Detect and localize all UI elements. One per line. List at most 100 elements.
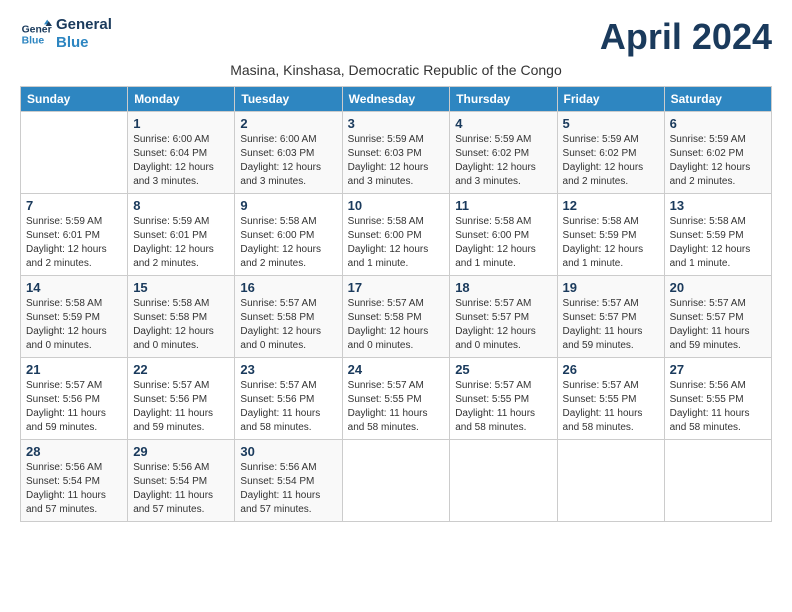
- calendar-week-5: 28 Sunrise: 5:56 AMSunset: 5:54 PMDayligh…: [21, 440, 772, 522]
- day-number: 13: [670, 198, 766, 213]
- day-info: Sunrise: 5:58 AMSunset: 5:59 PMDaylight:…: [563, 215, 659, 271]
- calendar-cell: [557, 440, 664, 522]
- day-number: 26: [563, 362, 659, 377]
- day-info: Sunrise: 5:56 AMSunset: 5:54 PMDaylight:…: [26, 461, 122, 517]
- day-info: Sunrise: 5:57 AMSunset: 5:56 PMDaylight:…: [26, 379, 122, 435]
- calendar-cell: [342, 440, 450, 522]
- day-info: Sunrise: 5:58 AMSunset: 5:59 PMDaylight:…: [26, 297, 122, 353]
- day-info: Sunrise: 5:57 AMSunset: 5:56 PMDaylight:…: [240, 379, 336, 435]
- day-info: Sunrise: 5:59 AMSunset: 6:03 PMDaylight:…: [348, 133, 445, 189]
- page-header: General Blue General Blue April 2024: [20, 16, 772, 58]
- day-number: 28: [26, 444, 122, 459]
- day-info: Sunrise: 5:57 AMSunset: 5:57 PMDaylight:…: [670, 297, 766, 353]
- day-info: Sunrise: 5:59 AMSunset: 6:02 PMDaylight:…: [563, 133, 659, 189]
- calendar-cell: 10 Sunrise: 5:58 AMSunset: 6:00 PMDayligh…: [342, 194, 450, 276]
- calendar-cell: 15Sunrise: 5:58 AMSunset: 5:58 PMDayligh…: [128, 276, 235, 358]
- day-number: 25: [455, 362, 551, 377]
- calendar-cell: 26 Sunrise: 5:57 AMSunset: 5:55 PMDayligh…: [557, 358, 664, 440]
- day-number: 24: [348, 362, 445, 377]
- weekday-header-row: SundayMondayTuesdayWednesdayThursdayFrid…: [21, 87, 772, 112]
- day-number: 29: [133, 444, 229, 459]
- calendar-cell: 29 Sunrise: 5:56 AMSunset: 5:54 PMDayligh…: [128, 440, 235, 522]
- calendar-cell: 21 Sunrise: 5:57 AMSunset: 5:56 PMDayligh…: [21, 358, 128, 440]
- calendar-cell: 14 Sunrise: 5:58 AMSunset: 5:59 PMDayligh…: [21, 276, 128, 358]
- calendar-cell: [21, 112, 128, 194]
- day-info: Sunrise: 5:57 AMSunset: 5:55 PMDaylight:…: [563, 379, 659, 435]
- day-info: Sunrise: 5:58 AMSunset: 6:00 PMDaylight:…: [240, 215, 336, 271]
- day-number: 14: [26, 280, 122, 295]
- day-number: 15: [133, 280, 229, 295]
- day-number: 4: [455, 116, 551, 131]
- day-number: 5: [563, 116, 659, 131]
- calendar-cell: 20 Sunrise: 5:57 AMSunset: 5:57 PMDayligh…: [664, 276, 771, 358]
- day-number: 22: [133, 362, 229, 377]
- calendar-cell: 17 Sunrise: 5:57 AMSunset: 5:58 PMDayligh…: [342, 276, 450, 358]
- day-info: Sunrise: 5:56 AMSunset: 5:55 PMDaylight:…: [670, 379, 766, 435]
- day-info: Sunrise: 5:58 AMSunset: 6:00 PMDaylight:…: [348, 215, 445, 271]
- weekday-header-friday: Friday: [557, 87, 664, 112]
- day-number: 1: [133, 116, 229, 131]
- day-info: Sunrise: 5:57 AMSunset: 5:55 PMDaylight:…: [348, 379, 445, 435]
- calendar-cell: 3 Sunrise: 5:59 AMSunset: 6:03 PMDaylight…: [342, 112, 450, 194]
- calendar-cell: 11 Sunrise: 5:58 AMSunset: 6:00 PMDayligh…: [450, 194, 557, 276]
- calendar-week-2: 7 Sunrise: 5:59 AMSunset: 6:01 PMDaylight…: [21, 194, 772, 276]
- day-number: 19: [563, 280, 659, 295]
- day-number: 17: [348, 280, 445, 295]
- weekday-header-tuesday: Tuesday: [235, 87, 342, 112]
- page-subtitle: Masina, Kinshasa, Democratic Republic of…: [20, 62, 772, 78]
- svg-text:General: General: [22, 24, 52, 35]
- calendar-cell: 18Sunrise: 5:57 AMSunset: 5:57 PMDayligh…: [450, 276, 557, 358]
- day-info: Sunrise: 5:57 AMSunset: 5:56 PMDaylight:…: [133, 379, 229, 435]
- calendar-cell: 7 Sunrise: 5:59 AMSunset: 6:01 PMDaylight…: [21, 194, 128, 276]
- day-number: 20: [670, 280, 766, 295]
- day-info: Sunrise: 5:57 AMSunset: 5:58 PMDaylight:…: [348, 297, 445, 353]
- calendar-cell: 2 Sunrise: 6:00 AMSunset: 6:03 PMDaylight…: [235, 112, 342, 194]
- calendar-cell: [450, 440, 557, 522]
- calendar-cell: 12 Sunrise: 5:58 AMSunset: 5:59 PMDayligh…: [557, 194, 664, 276]
- calendar-week-4: 21 Sunrise: 5:57 AMSunset: 5:56 PMDayligh…: [21, 358, 772, 440]
- day-number: 8: [133, 198, 229, 213]
- day-info: Sunrise: 5:57 AMSunset: 5:55 PMDaylight:…: [455, 379, 551, 435]
- day-info: Sunrise: 5:57 AMSunset: 5:57 PMDaylight:…: [455, 297, 551, 353]
- day-number: 9: [240, 198, 336, 213]
- logo-blue: Blue: [56, 34, 112, 52]
- day-info: Sunrise: 5:58 AMSunset: 6:00 PMDaylight:…: [455, 215, 551, 271]
- logo: General Blue General Blue: [20, 16, 112, 52]
- weekday-header-saturday: Saturday: [664, 87, 771, 112]
- day-number: 2: [240, 116, 336, 131]
- day-info: Sunrise: 5:59 AMSunset: 6:01 PMDaylight:…: [133, 215, 229, 271]
- day-number: 11: [455, 198, 551, 213]
- calendar-cell: 24 Sunrise: 5:57 AMSunset: 5:55 PMDayligh…: [342, 358, 450, 440]
- day-info: Sunrise: 5:59 AMSunset: 6:01 PMDaylight:…: [26, 215, 122, 271]
- day-number: 23: [240, 362, 336, 377]
- day-number: 3: [348, 116, 445, 131]
- day-number: 10: [348, 198, 445, 213]
- calendar-cell: 30Sunrise: 5:56 AMSunset: 5:54 PMDayligh…: [235, 440, 342, 522]
- day-info: Sunrise: 5:56 AMSunset: 5:54 PMDaylight:…: [133, 461, 229, 517]
- day-info: Sunrise: 6:00 AMSunset: 6:04 PMDaylight:…: [133, 133, 229, 189]
- day-number: 7: [26, 198, 122, 213]
- day-info: Sunrise: 5:57 AMSunset: 5:58 PMDaylight:…: [240, 297, 336, 353]
- calendar-week-3: 14 Sunrise: 5:58 AMSunset: 5:59 PMDayligh…: [21, 276, 772, 358]
- day-number: 12: [563, 198, 659, 213]
- day-info: Sunrise: 5:59 AMSunset: 6:02 PMDaylight:…: [670, 133, 766, 189]
- day-info: Sunrise: 6:00 AMSunset: 6:03 PMDaylight:…: [240, 133, 336, 189]
- calendar-table: SundayMondayTuesdayWednesdayThursdayFrid…: [20, 86, 772, 522]
- day-info: Sunrise: 5:57 AMSunset: 5:57 PMDaylight:…: [563, 297, 659, 353]
- logo-general: General: [56, 16, 112, 34]
- svg-text:Blue: Blue: [22, 36, 45, 47]
- weekday-header-sunday: Sunday: [21, 87, 128, 112]
- weekday-header-thursday: Thursday: [450, 87, 557, 112]
- day-number: 30: [240, 444, 336, 459]
- month-title: April 2024: [600, 16, 772, 58]
- calendar-cell: 13Sunrise: 5:58 AMSunset: 5:59 PMDayligh…: [664, 194, 771, 276]
- weekday-header-wednesday: Wednesday: [342, 87, 450, 112]
- calendar-cell: 6Sunrise: 5:59 AMSunset: 6:02 PMDaylight…: [664, 112, 771, 194]
- calendar-cell: 23 Sunrise: 5:57 AMSunset: 5:56 PMDayligh…: [235, 358, 342, 440]
- calendar-cell: 5 Sunrise: 5:59 AMSunset: 6:02 PMDaylight…: [557, 112, 664, 194]
- calendar-week-1: 1 Sunrise: 6:00 AMSunset: 6:04 PMDaylight…: [21, 112, 772, 194]
- day-number: 21: [26, 362, 122, 377]
- calendar-cell: 16Sunrise: 5:57 AMSunset: 5:58 PMDayligh…: [235, 276, 342, 358]
- calendar-cell: 1 Sunrise: 6:00 AMSunset: 6:04 PMDaylight…: [128, 112, 235, 194]
- calendar-cell: 9 Sunrise: 5:58 AMSunset: 6:00 PMDaylight…: [235, 194, 342, 276]
